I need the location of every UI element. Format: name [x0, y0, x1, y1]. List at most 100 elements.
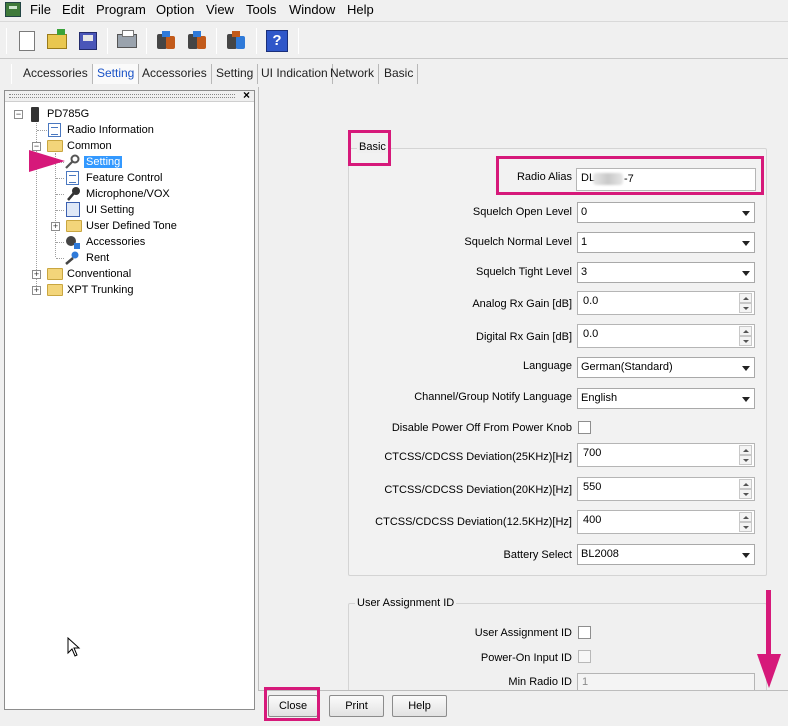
rent-icon: [65, 251, 79, 265]
document-icon: [66, 171, 79, 185]
tab-accessories[interactable]: Accessories: [19, 64, 93, 84]
spin-up-icon[interactable]: [739, 512, 752, 522]
basic-group-title: Basic: [357, 141, 388, 153]
collapse-toggle[interactable]: −: [14, 110, 23, 119]
annotation-down-arrow-icon: [757, 590, 781, 688]
help-toolbar-button[interactable]: ?: [263, 27, 291, 55]
spin-up-icon[interactable]: [739, 479, 752, 489]
write-radio-button[interactable]: [183, 27, 211, 55]
digital-rx-gain-spinner[interactable]: 0.0: [577, 324, 755, 348]
min-radio-id-input[interactable]: 1: [577, 673, 755, 691]
ctcss-125-spinner[interactable]: 400: [577, 510, 755, 534]
tab-network[interactable]: Network: [326, 64, 380, 84]
tree-item-conventional[interactable]: Conventional: [65, 266, 133, 282]
radio-alias-label: Radio Alias: [516, 171, 572, 183]
power-on-input-id-checkbox[interactable]: [578, 650, 591, 663]
user-assignment-group-title: User Assignment ID: [355, 597, 457, 609]
ctcss-25-spinner[interactable]: 700: [577, 443, 755, 467]
language-select[interactable]: German(Standard): [577, 357, 755, 378]
print-button[interactable]: [113, 27, 141, 55]
tree-item-rent[interactable]: Rent: [84, 250, 111, 266]
tree-item-common[interactable]: Common: [65, 138, 114, 154]
ctcss-20-spinner[interactable]: 550: [577, 477, 755, 501]
print-button[interactable]: Print: [329, 695, 384, 717]
expand-toggle[interactable]: +: [32, 270, 41, 279]
tree-item-setting[interactable]: Setting: [84, 154, 123, 170]
spin-up-icon[interactable]: [739, 293, 752, 303]
squelch-normal-select[interactable]: 1: [577, 232, 755, 253]
ctcss-20-label: CTCSS/CDCSS Deviation(20KHz)[Hz]: [384, 484, 572, 496]
write-to-radio-icon: [187, 31, 207, 51]
radio-device-icon: [31, 107, 39, 122]
tree-item-ui-setting[interactable]: UI Setting: [84, 202, 136, 218]
ctcss-20-value: 550: [583, 481, 602, 493]
navigation-tree-panel: × − PD785G Radio Information − Common Se…: [4, 88, 255, 710]
new-file-icon: [19, 31, 35, 51]
ui-setting-icon: [66, 202, 80, 217]
spin-down-icon[interactable]: [739, 303, 752, 313]
close-panel-icon[interactable]: ×: [243, 88, 250, 102]
language-label: Language: [523, 360, 572, 372]
save-icon: [79, 32, 97, 50]
radio-alias-suffix: -7: [624, 173, 634, 185]
tree-item-xpt-trunking[interactable]: XPT Trunking: [65, 282, 135, 298]
squelch-tight-select[interactable]: 3: [577, 262, 755, 283]
menu-program[interactable]: Program: [96, 2, 146, 18]
spin-down-icon[interactable]: [739, 455, 752, 465]
tab-strip: Accessories Setting Accessories Setting …: [0, 60, 788, 86]
spin-up-icon[interactable]: [739, 445, 752, 455]
ctcss-125-value: 400: [583, 514, 602, 526]
read-radio-button[interactable]: [152, 27, 180, 55]
expand-toggle[interactable]: +: [51, 222, 60, 231]
spin-down-icon[interactable]: [739, 489, 752, 499]
tree-item-root[interactable]: PD785G: [45, 106, 91, 122]
tree-panel-header: ×: [5, 88, 254, 102]
tree-item-feature-control[interactable]: Feature Control: [84, 170, 164, 186]
help-button[interactable]: Help: [392, 695, 447, 717]
accessories-icon: [66, 236, 80, 249]
ctcss-25-value: 700: [583, 447, 602, 459]
tab-accessories-2[interactable]: Accessories: [138, 64, 212, 84]
new-file-button[interactable]: [13, 27, 41, 55]
tree-item-user-defined-tone[interactable]: User Defined Tone: [84, 218, 179, 234]
tree-item-accessories[interactable]: Accessories: [84, 234, 147, 250]
folder-icon: [47, 284, 63, 296]
panel-grip[interactable]: [9, 94, 235, 98]
min-radio-id-value: 1: [582, 676, 589, 688]
clone-icon: [226, 31, 246, 51]
menu-window[interactable]: Window: [289, 2, 335, 18]
menu-option[interactable]: Option: [156, 2, 194, 18]
menu-view[interactable]: View: [206, 2, 234, 18]
expand-toggle[interactable]: +: [32, 286, 41, 295]
open-folder-icon: [47, 28, 67, 49]
tree-item-radio-information[interactable]: Radio Information: [65, 122, 156, 138]
analog-rx-gain-spinner[interactable]: 0.0: [577, 291, 755, 315]
tab-setting[interactable]: Setting: [93, 64, 140, 84]
spin-down-icon[interactable]: [739, 522, 752, 532]
open-button[interactable]: [43, 27, 71, 55]
mouse-pointer-icon: [67, 637, 81, 657]
tab-ui-indication[interactable]: UI Indication: [257, 64, 333, 84]
annotation-arrow-icon: [29, 150, 65, 172]
squelch-open-select[interactable]: 0: [577, 202, 755, 223]
menu-edit[interactable]: Edit: [62, 2, 84, 18]
menu-tools[interactable]: Tools: [246, 2, 276, 18]
redacted-text-blur: [593, 173, 623, 185]
toolbar-separator: [6, 28, 7, 54]
tab-setting-2[interactable]: Setting: [212, 64, 259, 84]
menu-help[interactable]: Help: [347, 2, 374, 18]
min-radio-id-label: Min Radio ID: [508, 676, 572, 688]
spin-up-icon[interactable]: [739, 326, 752, 336]
save-button[interactable]: [74, 27, 102, 55]
user-assignment-id-checkbox[interactable]: [578, 626, 591, 639]
battery-select[interactable]: BL2008: [577, 544, 755, 565]
menu-file[interactable]: File: [30, 2, 51, 18]
tab-basic[interactable]: Basic: [380, 64, 419, 84]
spin-down-icon[interactable]: [739, 336, 752, 346]
notify-language-select[interactable]: English: [577, 388, 755, 409]
clone-button[interactable]: [222, 27, 250, 55]
analog-rx-gain-label: Analog Rx Gain [dB]: [472, 298, 572, 310]
disable-power-off-checkbox[interactable]: [578, 421, 591, 434]
toolbar: ?: [0, 21, 788, 59]
tree-item-microphone-vox[interactable]: Microphone/VOX: [84, 186, 172, 202]
